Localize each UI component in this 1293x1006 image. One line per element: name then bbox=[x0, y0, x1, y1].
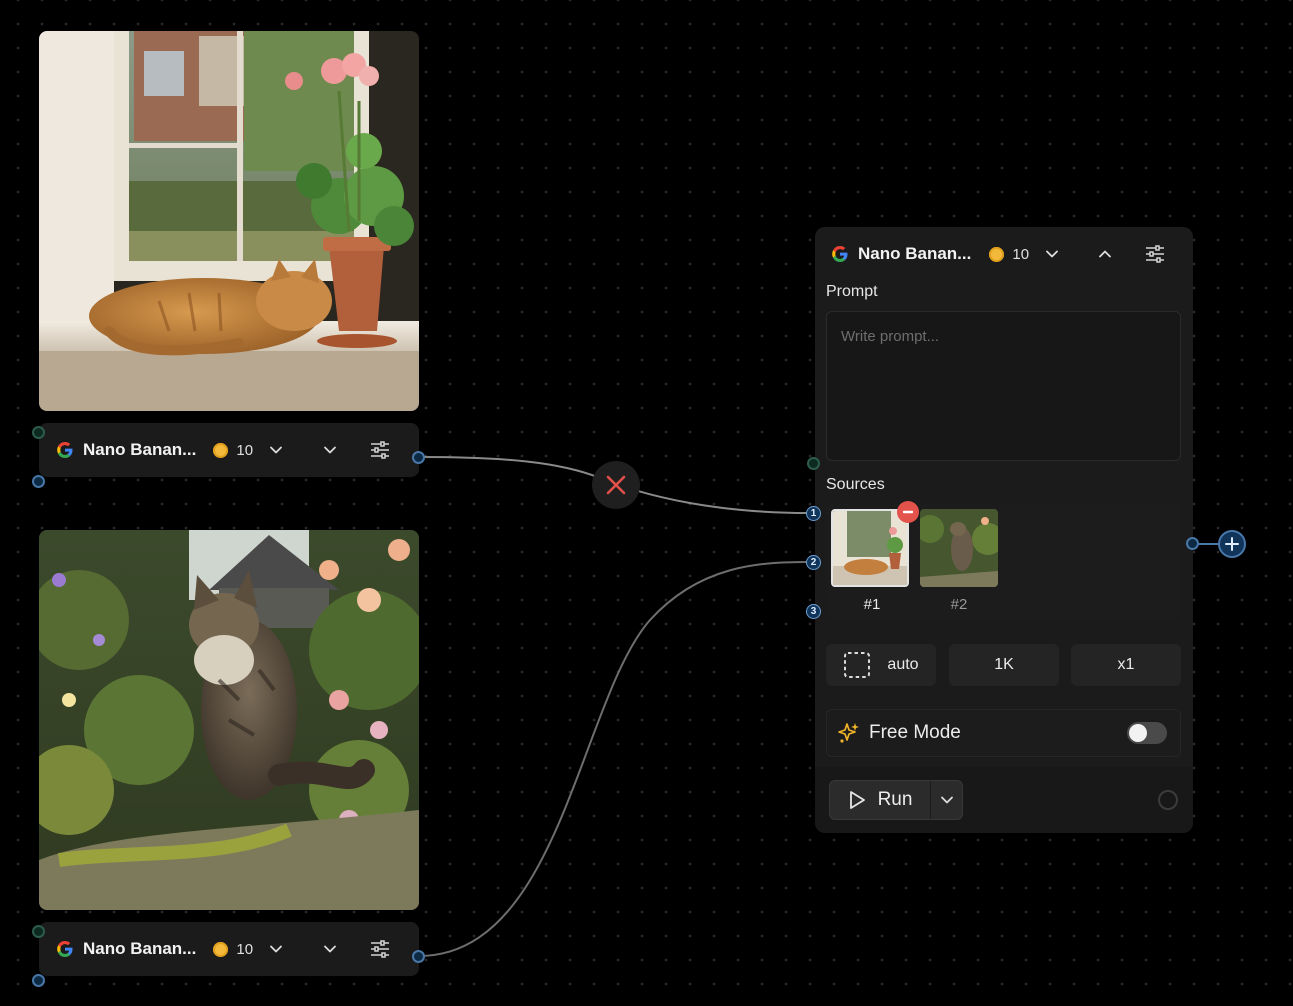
close-icon bbox=[606, 475, 626, 495]
aspect-ratio-value: auto bbox=[887, 656, 919, 673]
chevron-down-icon bbox=[940, 796, 953, 804]
chevron-up-icon bbox=[1099, 250, 1111, 258]
resolution-value: 1K bbox=[994, 656, 1014, 673]
image-node-2-toolbar: Nano Banan... 10 bbox=[39, 922, 419, 976]
sliders-icon bbox=[1146, 245, 1165, 263]
prompt-placeholder: Write prompt... bbox=[841, 328, 940, 345]
node-footer: Run bbox=[815, 767, 1193, 833]
image-node-1-preview[interactable] bbox=[39, 31, 419, 411]
prompt-label: Prompt bbox=[826, 283, 878, 300]
prompt-input[interactable]: Write prompt... bbox=[826, 311, 1181, 461]
credit-dropdown-button[interactable] bbox=[266, 440, 286, 460]
source-label-2: #2 bbox=[950, 596, 968, 613]
chevron-down-icon bbox=[324, 446, 336, 454]
plus-icon bbox=[1225, 537, 1239, 551]
credit-count: 10 bbox=[236, 441, 254, 459]
toggle-knob bbox=[1129, 724, 1147, 742]
collapse-node-button[interactable] bbox=[1095, 244, 1115, 264]
credit-count: 10 bbox=[1012, 245, 1030, 263]
source-2-image bbox=[920, 509, 998, 587]
node-header: Nano Banan... 10 bbox=[815, 227, 1193, 281]
credit-coin-icon bbox=[989, 246, 1005, 262]
chevron-down-icon bbox=[270, 945, 282, 953]
minus-icon bbox=[902, 510, 914, 514]
resolution-button[interactable]: 1K bbox=[949, 644, 1059, 686]
image-node-1-input-port[interactable] bbox=[32, 426, 45, 439]
sliders-icon bbox=[371, 940, 390, 958]
image-node-2-output-port[interactable] bbox=[412, 950, 425, 963]
source-port-2[interactable]: 2 bbox=[806, 555, 821, 570]
credit-coin-icon bbox=[213, 442, 229, 458]
expand-node-button[interactable] bbox=[320, 440, 340, 460]
generate-image-node[interactable]: Nano Banan... 10 Prompt Write prompt... … bbox=[815, 227, 1193, 833]
aspect-ratio-icon bbox=[844, 652, 871, 678]
sparkles-icon bbox=[838, 723, 859, 743]
node-settings-button[interactable] bbox=[368, 438, 392, 462]
aspect-ratio-button[interactable]: auto bbox=[826, 644, 936, 686]
play-icon bbox=[849, 791, 865, 809]
expand-node-button[interactable] bbox=[320, 939, 340, 959]
chevron-down-icon bbox=[324, 945, 336, 953]
model-name: Nano Banan... bbox=[858, 244, 972, 263]
credit-dropdown-button[interactable] bbox=[266, 939, 286, 959]
free-mode-row: Free Mode bbox=[826, 709, 1181, 757]
source-thumbnail-1[interactable] bbox=[831, 509, 909, 587]
run-options-button[interactable] bbox=[931, 781, 962, 819]
run-status-indicator bbox=[1158, 790, 1178, 810]
image-node-1-output-port[interactable] bbox=[412, 451, 425, 464]
google-logo-icon bbox=[57, 940, 73, 957]
free-mode-label: Free Mode bbox=[869, 722, 961, 743]
source-label-1: #1 bbox=[863, 596, 881, 613]
source-port-1[interactable]: 1 bbox=[806, 506, 821, 521]
prompt-input-port[interactable] bbox=[807, 457, 820, 470]
image-node-2-secondary-port[interactable] bbox=[32, 974, 45, 987]
source-thumbnail-2[interactable] bbox=[920, 509, 998, 587]
run-label: Run bbox=[877, 789, 913, 810]
source-1-image bbox=[833, 511, 907, 585]
credit-coin-icon bbox=[213, 941, 229, 957]
google-logo-icon bbox=[832, 245, 848, 262]
run-button-group: Run bbox=[829, 780, 963, 820]
sliders-icon bbox=[371, 441, 390, 459]
node-settings-button[interactable] bbox=[1143, 242, 1167, 266]
sources-label: Sources bbox=[826, 476, 885, 493]
run-button[interactable]: Run bbox=[830, 781, 931, 819]
workflow-canvas[interactable]: Nano Banan... 10 Nano Banan... 10 Nano B… bbox=[0, 0, 1293, 1006]
remove-source-button[interactable] bbox=[897, 501, 919, 523]
chevron-down-icon bbox=[1046, 250, 1058, 258]
sources-panel: #1 #2 bbox=[826, 501, 1181, 619]
model-name: Nano Banan... bbox=[83, 939, 197, 958]
add-node-button[interactable] bbox=[1218, 530, 1246, 558]
credit-count: 10 bbox=[236, 940, 254, 958]
image-count-value: x1 bbox=[1117, 656, 1135, 673]
edge-image2-to-source2[interactable] bbox=[418, 561, 809, 957]
google-logo-icon bbox=[57, 441, 73, 458]
cat-garden-image bbox=[39, 530, 419, 910]
image-node-1-toolbar: Nano Banan... 10 bbox=[39, 423, 419, 477]
disconnect-edge-button[interactable] bbox=[592, 461, 640, 509]
image-node-2-preview[interactable] bbox=[39, 530, 419, 910]
chevron-down-icon bbox=[270, 446, 282, 454]
image-node-2-input-port[interactable] bbox=[32, 925, 45, 938]
cat-windowsill-image bbox=[39, 31, 419, 411]
output-port[interactable] bbox=[1186, 537, 1199, 550]
node-settings-button[interactable] bbox=[368, 937, 392, 961]
source-port-3[interactable]: 3 bbox=[806, 604, 821, 619]
image-node-1-secondary-port[interactable] bbox=[32, 475, 45, 488]
image-count-button[interactable]: x1 bbox=[1071, 644, 1181, 686]
credit-dropdown-button[interactable] bbox=[1042, 244, 1062, 264]
free-mode-toggle[interactable] bbox=[1127, 722, 1167, 744]
model-name: Nano Banan... bbox=[83, 440, 197, 459]
